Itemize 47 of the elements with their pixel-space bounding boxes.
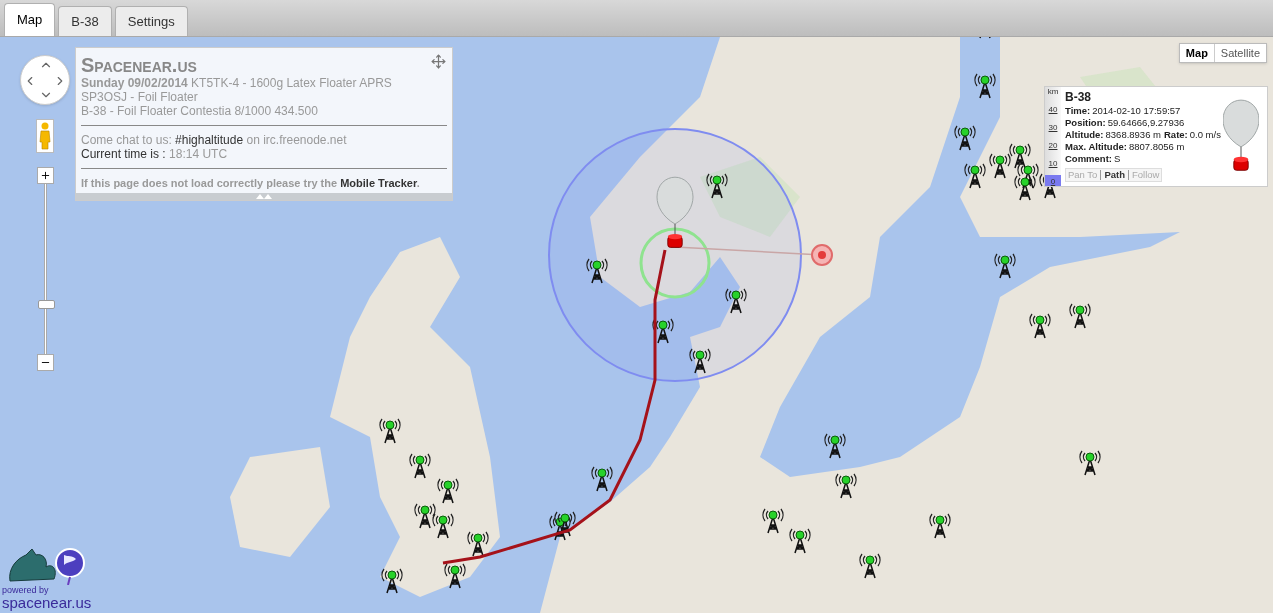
field-value: 2014-02-10 17:59:57 xyxy=(1092,105,1181,117)
popup-title: B-38 xyxy=(1065,90,1092,105)
footer-period: . xyxy=(416,177,420,189)
landing-circle xyxy=(639,227,711,299)
scale-tick: 30 xyxy=(1048,123,1058,132)
field-value: 59.64666,9.27936 xyxy=(1107,117,1185,129)
field-label: Rate: xyxy=(1164,129,1188,141)
field-label: Comment: xyxy=(1065,153,1112,165)
site-title: Spacenear.us xyxy=(81,54,197,76)
field-value: 0.0 m/s xyxy=(1189,129,1221,141)
footer-text: If this page does not load correctly please try the xyxy=(81,177,339,189)
time-value: 18:14 UTC xyxy=(169,147,228,161)
field-value: S xyxy=(1114,153,1121,165)
tab[interactable]: B-38 xyxy=(58,6,112,36)
balloon-marker xyxy=(656,176,694,248)
info-line: SP3OSJ - Foil Floater xyxy=(81,90,199,104)
logo-caption: powered by xyxy=(2,586,49,595)
street-view-button[interactable] xyxy=(36,119,54,153)
chat-server: on irc.freenode.net xyxy=(245,133,347,147)
field-label: Max. Altitude: xyxy=(1065,141,1127,153)
field-label: Position: xyxy=(1065,117,1106,129)
map-type-button[interactable]: Map xyxy=(1179,44,1214,62)
popup-action-button[interactable]: Path xyxy=(1104,169,1125,181)
tab[interactable]: Settings xyxy=(114,6,188,36)
balloon-icon xyxy=(1223,99,1259,171)
logo-text: spacenear.us xyxy=(2,595,92,611)
mobile-tracker-link[interactable]: Mobile Tracker xyxy=(340,177,417,189)
field-label: Altitude: xyxy=(1065,129,1104,141)
person-icon xyxy=(39,122,51,150)
field-label: Time: xyxy=(1065,105,1091,117)
field-value: 8807.8056 m xyxy=(1128,141,1185,153)
scale-tick: 10 xyxy=(1048,159,1058,168)
chat-channel: #highaltitude xyxy=(175,133,244,147)
scale-unit: km xyxy=(1047,87,1059,96)
chat-text: Come chat to us: xyxy=(81,133,173,147)
map-type-button[interactable]: Satellite xyxy=(1213,44,1266,62)
plus-icon xyxy=(39,170,51,181)
time-label: Current time is : xyxy=(81,147,167,161)
zoom-slider-thumb[interactable] xyxy=(37,299,55,309)
move-icon[interactable] xyxy=(431,54,446,69)
scale-tick: 40 xyxy=(1048,105,1058,114)
scale-tick: 0 xyxy=(1050,177,1056,186)
scale-tick: 20 xyxy=(1048,141,1058,150)
info-line: B-38 - Foil Floater Contestia 8/1000 434.500 xyxy=(81,104,319,118)
tab[interactable]: Map xyxy=(4,3,56,36)
field-value: 8368.8936 m xyxy=(1105,129,1161,141)
info-line: Sunday 09/02/2014 KT5TK-4 - 1600g Latex Floater APRS xyxy=(81,76,393,90)
